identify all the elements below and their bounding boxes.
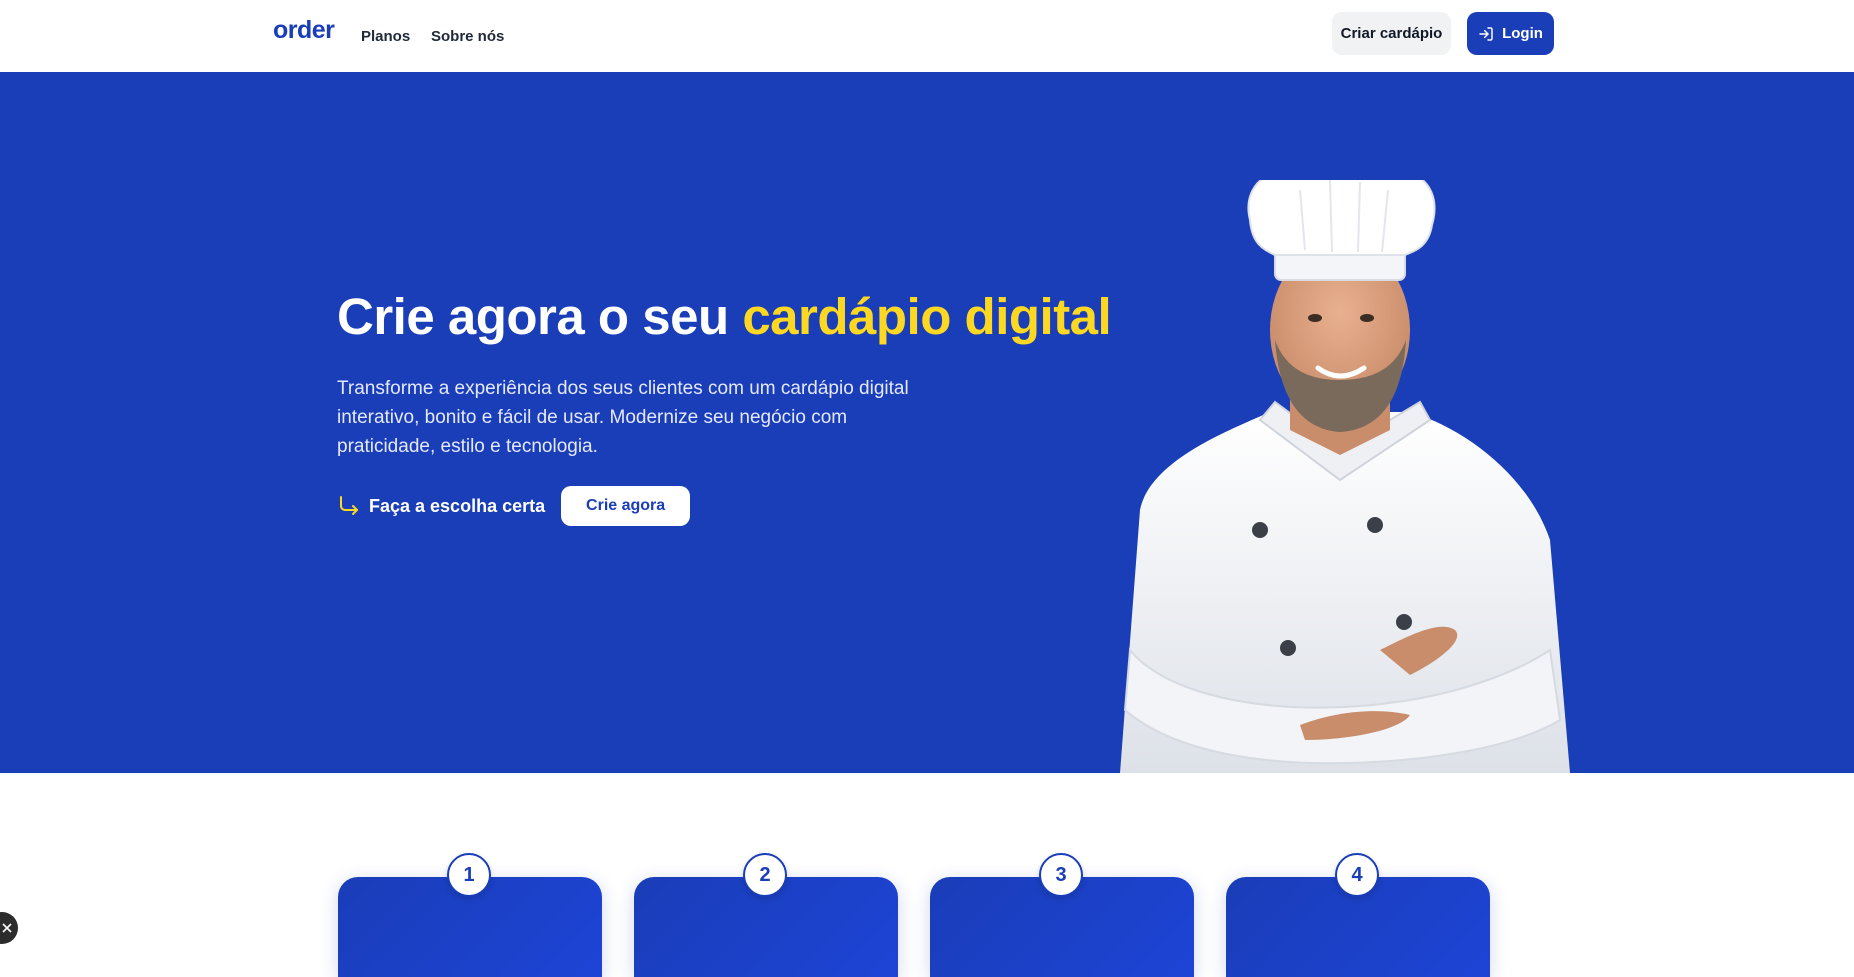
step-number-4: 4 [1335,853,1379,897]
hero-title: Crie agora o seu cardápio digital [337,287,1112,346]
login-button[interactable]: Login [1467,12,1554,55]
hero-title-highlight: cardápio digital [742,288,1112,345]
hero-cta-row: Faça a escolha certa Crie agora [337,486,691,526]
chef-image [1120,180,1570,773]
login-icon [1479,26,1493,41]
nav-link-sobre-nos[interactable]: Sobre nós [431,28,504,45]
logo[interactable]: order [273,16,335,45]
arrow-down-right-icon [340,496,358,515]
hero-title-main: Crie agora o seu [337,288,743,345]
close-icon [2,923,12,933]
top-navbar: order Planos Sobre nós Criar cardápio Lo… [0,0,1854,72]
step-number-1: 1 [447,853,491,897]
cta-text: Faça a escolha certa [369,495,546,516]
nav-link-planos[interactable]: Planos [361,28,410,45]
hero-section: Crie agora o seu cardápio digital Transf… [0,72,1854,773]
hero-description: Transforme a experiência dos seus client… [337,378,909,457]
floating-action-button[interactable] [0,912,18,944]
create-menu-button[interactable]: Criar cardápio [1332,12,1451,55]
step-number-2: 2 [743,853,787,897]
create-now-button[interactable]: Crie agora [561,486,691,526]
login-label: Login [1502,25,1543,42]
step-number-3: 3 [1039,853,1083,897]
